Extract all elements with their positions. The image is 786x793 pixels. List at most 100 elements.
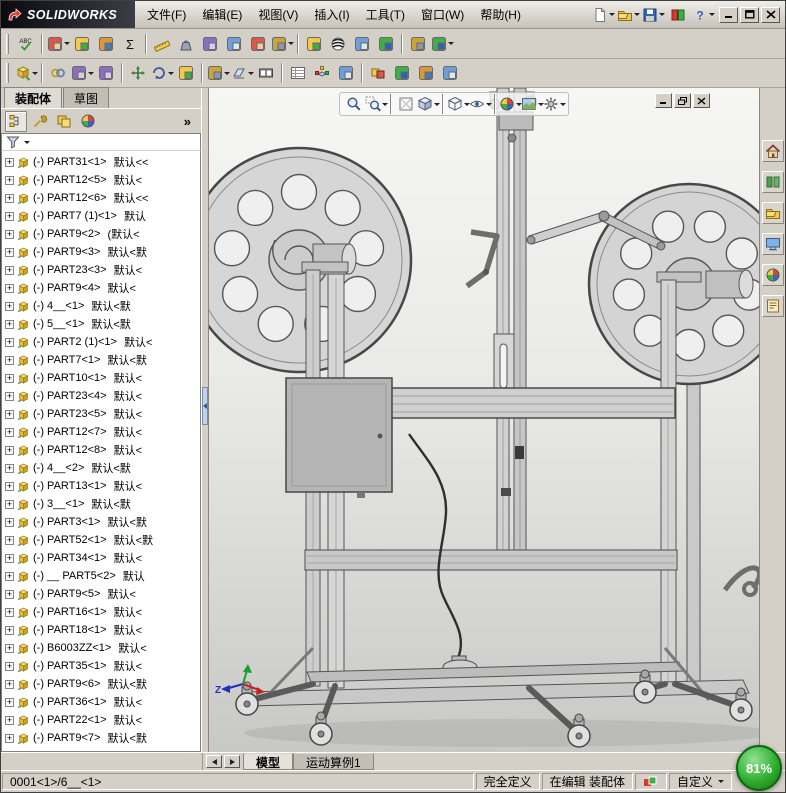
zoom-fit-button[interactable] [343, 93, 365, 115]
tree-item[interactable]: + (-) PART9<3> 默认<默 [2, 243, 200, 261]
smart-fasteners-button[interactable] [94, 61, 118, 85]
edit-appearance-button[interactable] [499, 93, 522, 115]
tree-item[interactable]: + (-) PART7 (1)<1> 默认 [2, 207, 200, 225]
tree-item[interactable]: + (-) PART23<3> 默认< [2, 261, 200, 279]
tree-item[interactable]: + (-) PART7<1> 默认<默 [2, 351, 200, 369]
tree-item[interactable]: + (-) PART23<4> 默认< [2, 387, 200, 405]
expand-toggle[interactable]: + [5, 355, 14, 365]
expand-toggle[interactable]: + [5, 589, 14, 599]
expand-toggle[interactable]: + [5, 661, 14, 671]
equations-button[interactable]: Σ [118, 32, 142, 56]
apply-scene-button[interactable] [521, 93, 544, 115]
maximize-button[interactable] [740, 6, 759, 23]
tree-item[interactable]: + (-) 4__<2> 默认<默 [2, 459, 200, 477]
measure-button[interactable] [150, 32, 174, 56]
move-component-button[interactable] [126, 61, 150, 85]
expand-toggle[interactable]: + [5, 319, 14, 329]
tree-item[interactable]: + (-) PART3<1> 默认<默 [2, 513, 200, 531]
bill-of-materials-button[interactable] [286, 61, 310, 85]
tree-item[interactable]: + (-) PART22<1> 默认< [2, 711, 200, 729]
tree-item[interactable]: + (-) __ PART5<2> 默认 [2, 567, 200, 585]
minimize-button[interactable] [719, 6, 738, 23]
design-library-button[interactable] [761, 171, 784, 193]
reference-geometry-button[interactable] [230, 61, 254, 85]
assemblyxpert-button[interactable] [414, 61, 438, 85]
expand-toggle[interactable]: + [5, 391, 14, 401]
tree-item[interactable]: + (-) 4__<1> 默认<默 [2, 297, 200, 315]
draft-analysis-button[interactable] [350, 32, 374, 56]
tree-item[interactable]: + (-) PART31<1> 默认<< [2, 153, 200, 171]
expand-toggle[interactable]: + [5, 571, 14, 581]
filter-caret[interactable] [24, 140, 30, 144]
close-button[interactable] [761, 6, 780, 23]
model-canvas[interactable] [209, 88, 759, 752]
expand-toggle[interactable]: + [5, 301, 14, 311]
view-orientation-button[interactable] [417, 93, 440, 115]
expand-toggle[interactable]: + [5, 427, 14, 437]
tree-item[interactable]: + (-) PART12<8> 默认< [2, 441, 200, 459]
menu-item-6[interactable]: 帮助(H) [472, 2, 529, 27]
expand-toggle[interactable]: + [5, 283, 14, 293]
exploded-view-button[interactable] [310, 61, 334, 85]
panel-expand-button[interactable]: » [178, 114, 197, 129]
featuremanager-tree-button[interactable] [5, 110, 27, 132]
tree-item[interactable]: + (-) PART34<1> 默认< [2, 549, 200, 567]
expand-toggle[interactable]: + [5, 499, 14, 509]
select-filter-button[interactable] [46, 32, 70, 56]
expand-toggle[interactable]: + [5, 517, 14, 527]
tab-scroll-right-button[interactable] [224, 755, 240, 768]
graphics-viewport[interactable]: Z [209, 88, 759, 752]
expand-toggle[interactable]: + [5, 643, 14, 653]
expand-toggle[interactable]: + [5, 157, 14, 167]
expand-toggle[interactable]: + [5, 265, 14, 275]
expand-toggle[interactable]: + [5, 679, 14, 689]
filter-funnel-icon[interactable] [5, 134, 21, 150]
options-button[interactable] [406, 32, 430, 56]
doc-restore-button[interactable] [674, 93, 691, 108]
expand-toggle[interactable]: + [5, 625, 14, 635]
appearances-button[interactable] [77, 111, 99, 132]
tree-item[interactable]: + (-) PART13<1> 默认< [2, 477, 200, 495]
expand-toggle[interactable]: + [5, 175, 14, 185]
solidworks-resources-button[interactable] [666, 3, 690, 27]
doc-minimize-button[interactable] [655, 93, 672, 108]
expand-toggle[interactable]: + [5, 553, 14, 563]
design-binder-button[interactable] [94, 32, 118, 56]
clearance-verification-button[interactable] [390, 61, 414, 85]
check-button[interactable] [222, 32, 246, 56]
menu-item-5[interactable]: 窗口(W) [413, 2, 472, 27]
tree-item[interactable]: + (-) PART2 (1)<1> 默认< [2, 333, 200, 351]
configurationmanager-button[interactable] [53, 111, 75, 132]
expand-toggle[interactable]: + [5, 211, 14, 221]
instant3d-button[interactable] [438, 61, 462, 85]
toolbar-grip[interactable] [6, 33, 9, 54]
expand-toggle[interactable]: + [5, 373, 14, 383]
tree-item[interactable]: + (-) 3__<1> 默认<默 [2, 495, 200, 513]
tree-item[interactable]: + (-) PART9<7> 默认<默 [2, 729, 200, 747]
expand-toggle[interactable]: + [5, 229, 14, 239]
tree-item[interactable]: + (-) PART35<1> 默认< [2, 657, 200, 675]
mass-properties-button[interactable] [174, 32, 198, 56]
expand-toggle[interactable]: + [5, 607, 14, 617]
doc-close-button[interactable] [693, 93, 710, 108]
tree-item[interactable]: + (-) PART12<5> 默认< [2, 171, 200, 189]
menu-item-2[interactable]: 视图(V) [250, 2, 306, 27]
new-document-button[interactable] [591, 3, 615, 27]
tab-model[interactable]: 模型 [243, 753, 294, 770]
save-button[interactable] [641, 3, 665, 27]
view-settings-button[interactable] [543, 93, 566, 115]
expand-toggle[interactable]: + [5, 445, 14, 455]
tree-item[interactable]: + (-) PART10<1> 默认< [2, 369, 200, 387]
task-pane-home-button[interactable] [761, 140, 784, 162]
file-explorer-button[interactable] [761, 202, 784, 224]
linear-component-pattern-button[interactable] [70, 61, 94, 85]
lower-cross-beam[interactable] [304, 549, 678, 571]
expand-toggle[interactable]: + [5, 409, 14, 419]
zebra-stripes-button[interactable] [326, 32, 350, 56]
display-style-button[interactable] [447, 93, 470, 115]
menu-item-0[interactable]: 文件(F) [139, 2, 194, 27]
assembly-features-button[interactable] [206, 61, 230, 85]
expand-toggle[interactable]: + [5, 733, 14, 743]
control-box[interactable] [285, 377, 393, 498]
toolbar-grip[interactable] [6, 63, 9, 83]
